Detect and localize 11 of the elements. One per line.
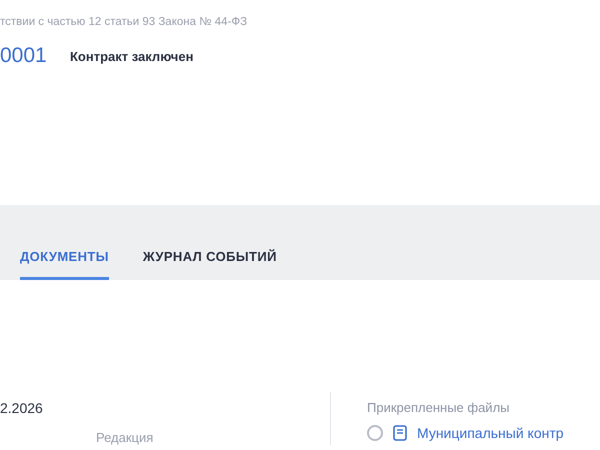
- contract-number: 0001: [0, 44, 48, 68]
- attachments-title: Прикрепленные файлы: [367, 400, 510, 415]
- contract-basis-text: тствии с частью 12 статьи 93 Закона № 44-ФЗ: [0, 16, 248, 28]
- file-link[interactable]: Муниципальный контр: [417, 425, 564, 441]
- tab[interactable]: ДОКУМЕНТЫ: [20, 249, 109, 280]
- contract-status: Контракт заключен: [70, 48, 194, 64]
- radio-button[interactable]: [367, 425, 383, 441]
- document-icon: [393, 425, 407, 441]
- tab[interactable]: ЖУРНАЛ СОБЫТИЙ: [142, 249, 277, 280]
- column-label: Редакция: [96, 430, 154, 445]
- document-date: 2.2026: [0, 400, 44, 416]
